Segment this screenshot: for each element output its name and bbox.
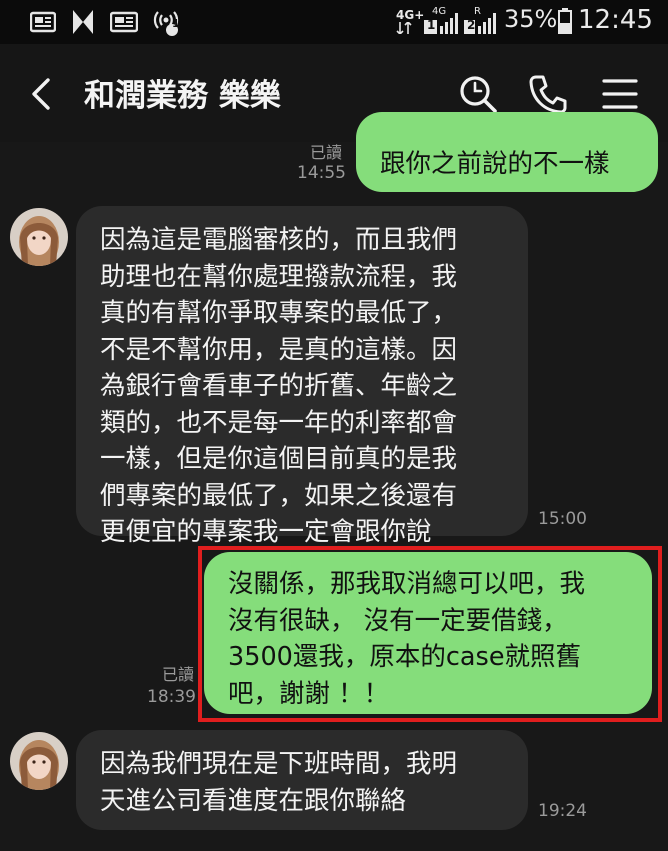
avatar[interactable] xyxy=(10,732,68,790)
message-list[interactable]: 已讀 14:55 跟你之前說的不一樣 因為這是電腦審核的，而且我們 助理也在幫你… xyxy=(0,112,668,851)
sim1-label: 1 xyxy=(172,17,180,30)
battery-icon xyxy=(558,8,572,34)
search-icon[interactable] xyxy=(456,72,500,116)
read-receipt: 已讀 xyxy=(161,665,194,684)
signal-icon xyxy=(396,22,412,34)
battery-percent: 35% xyxy=(504,5,558,33)
message-time: 18:39 xyxy=(147,687,196,707)
news-icon xyxy=(30,11,56,33)
sim2-number: 2 xyxy=(467,18,476,32)
message-time: 15:00 xyxy=(538,509,587,529)
sim1-number: 1 xyxy=(427,18,436,32)
message-time: 14:55 xyxy=(297,163,346,183)
network-type-label: 4G+ xyxy=(396,8,425,22)
pinwheel-icon xyxy=(73,10,93,34)
message-time: 19:24 xyxy=(538,801,587,821)
phone-icon[interactable] xyxy=(526,72,570,116)
read-receipt: 已讀 xyxy=(309,143,342,162)
message-bubble-incoming[interactable]: 因為這是電腦審核的，而且我們 助理也在幫你處理撥款流程，我 真的有幫你爭取專案的… xyxy=(76,206,528,547)
highlight-box xyxy=(198,546,662,722)
clock: 12:45 xyxy=(578,5,653,35)
back-icon[interactable] xyxy=(22,72,66,116)
menu-icon[interactable] xyxy=(598,72,642,116)
message-bubble-incoming[interactable]: 因為我們現在是下班時間，我明 天進公司看進度在跟你聯絡 xyxy=(76,730,528,830)
message-bubble-outgoing[interactable]: 跟你之前說的不一樣 xyxy=(356,112,658,192)
news-alt-icon xyxy=(110,11,138,33)
avatar-image xyxy=(10,208,68,266)
status-bar: 1 4G+ 4G 1 R 2 35% 12:45 xyxy=(0,0,668,44)
avatar[interactable] xyxy=(10,208,68,266)
chat-title[interactable]: 和潤業務 樂樂 xyxy=(84,70,281,115)
avatar-image xyxy=(10,732,68,790)
